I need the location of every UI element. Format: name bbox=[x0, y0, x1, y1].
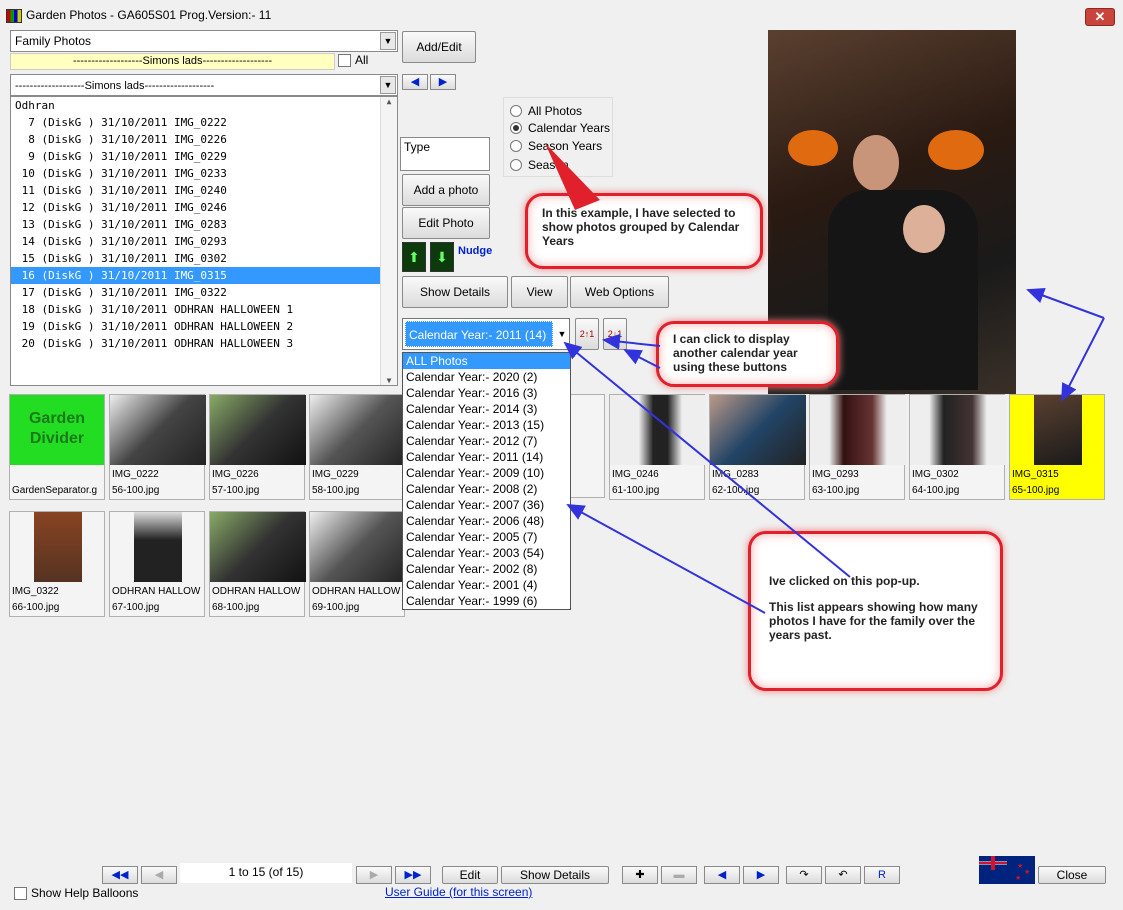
r-button[interactable]: R bbox=[864, 866, 900, 884]
edit-button[interactable]: Edit bbox=[442, 866, 498, 884]
arrow bbox=[563, 341, 851, 578]
annotation-arrows bbox=[545, 143, 1105, 614]
page-info: 1 to 15 (of 15) bbox=[180, 863, 352, 883]
prev-page-button[interactable]: ◀ bbox=[141, 866, 177, 884]
arrow bbox=[1061, 317, 1105, 402]
first-page-button[interactable]: ◀◀ bbox=[102, 866, 138, 884]
footer-show-details-button[interactable]: Show Details bbox=[501, 866, 609, 884]
close-button[interactable]: Close bbox=[1038, 866, 1106, 884]
move-left-button[interactable]: ◀ bbox=[704, 866, 740, 884]
arrow bbox=[1026, 288, 1105, 319]
arrow bbox=[566, 504, 766, 614]
arrow bbox=[623, 349, 661, 369]
help-balloons-checkbox[interactable] bbox=[14, 887, 27, 900]
nz-flag-icon[interactable]: ★ ★ ★ bbox=[979, 856, 1035, 884]
help-balloons-label: Show Help Balloons bbox=[31, 886, 139, 900]
callout-pointer bbox=[545, 143, 600, 210]
rotate-left-icon[interactable]: ↶ bbox=[825, 866, 861, 884]
next-page-button[interactable]: ▶ bbox=[356, 866, 392, 884]
user-guide-link[interactable]: User Guide (for this screen) bbox=[385, 885, 532, 899]
remove-icon[interactable]: ▬ bbox=[661, 866, 697, 884]
rotate-right-icon[interactable]: ↷ bbox=[786, 866, 822, 884]
last-page-button[interactable]: ▶▶ bbox=[395, 866, 431, 884]
move-right-button[interactable]: ▶ bbox=[743, 866, 779, 884]
add-icon[interactable]: ✚ bbox=[622, 866, 658, 884]
arrow bbox=[602, 333, 661, 350]
